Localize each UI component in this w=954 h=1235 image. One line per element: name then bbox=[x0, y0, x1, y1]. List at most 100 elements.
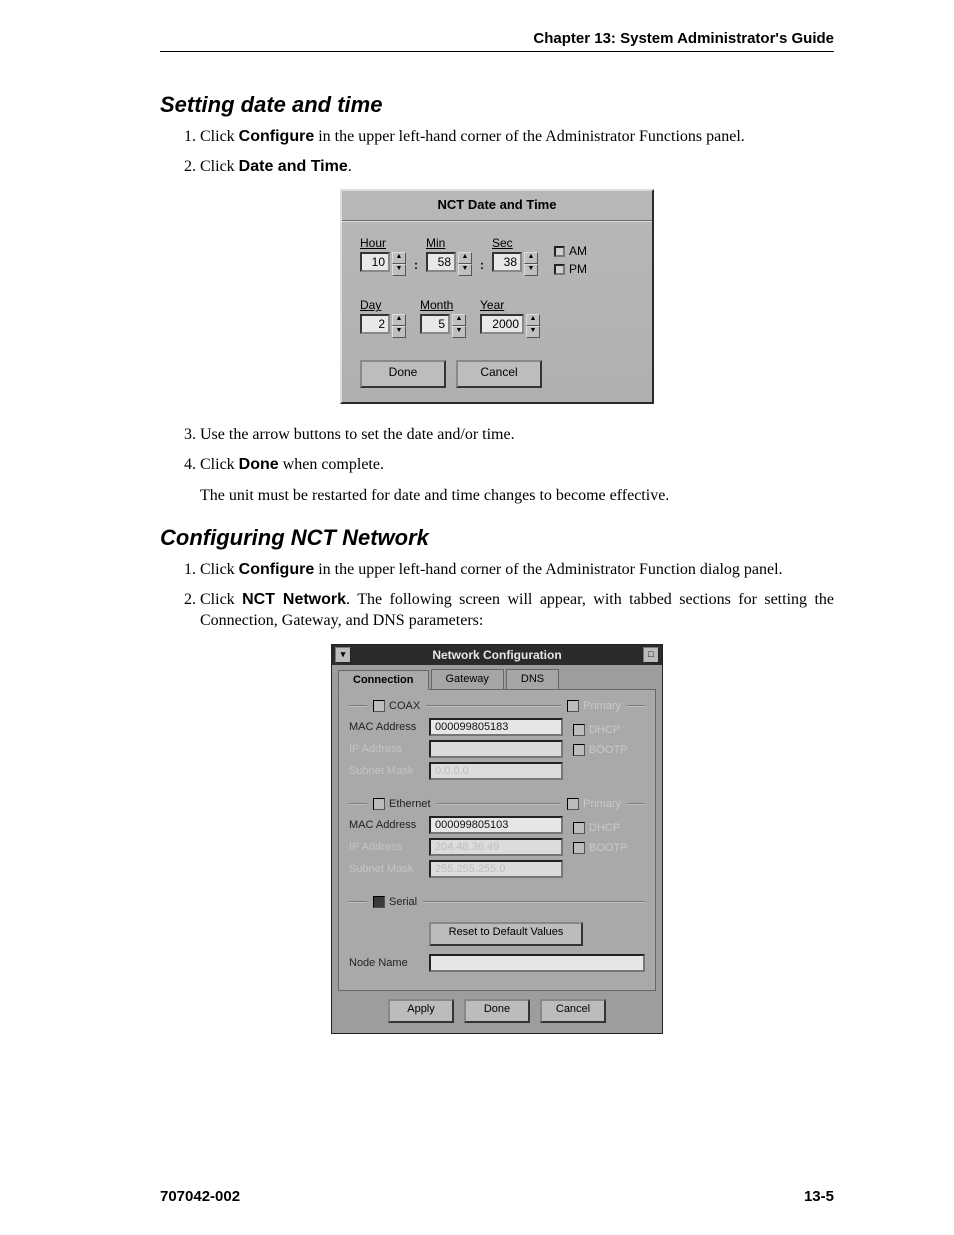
text: Click bbox=[200, 128, 239, 145]
divider bbox=[342, 220, 652, 222]
spin-up-icon[interactable]: ▲ bbox=[392, 314, 406, 326]
done-button[interactable]: Done bbox=[360, 360, 446, 388]
min-spinner[interactable]: 58 ▲ ▼ bbox=[426, 252, 472, 276]
min-input[interactable]: 58 bbox=[426, 252, 456, 272]
day-spinner[interactable]: 2 ▲ ▼ bbox=[360, 314, 406, 338]
spin-down-icon[interactable]: ▼ bbox=[392, 264, 406, 276]
page: Chapter 13: System Administrator's Guide… bbox=[0, 0, 954, 1235]
page-header: Chapter 13: System Administrator's Guide bbox=[160, 30, 834, 52]
page-number: 13-5 bbox=[804, 1188, 834, 1205]
month-spinner[interactable]: 5 ▲ ▼ bbox=[420, 314, 466, 338]
dialog-button-row: Done Cancel bbox=[342, 360, 652, 402]
tab-connection[interactable]: Connection bbox=[338, 670, 429, 690]
spin-down-icon[interactable]: ▼ bbox=[526, 326, 540, 338]
serial-checkbox[interactable] bbox=[373, 896, 385, 908]
coax-subnet-label: Subnet Mask bbox=[349, 765, 423, 777]
spin-up-icon[interactable]: ▲ bbox=[524, 252, 538, 264]
spin-down-icon[interactable]: ▼ bbox=[452, 326, 466, 338]
ampm-group: AM PM bbox=[554, 244, 587, 276]
coax-dhcp-option[interactable]: DHCP bbox=[573, 724, 645, 736]
tab-strip: Connection Gateway DNS bbox=[332, 665, 662, 689]
coax-checkbox[interactable] bbox=[373, 700, 385, 712]
list-item: Click Configure in the upper left-hand c… bbox=[200, 559, 834, 581]
ethernet-primary-checkbox[interactable] bbox=[567, 798, 579, 810]
year-spinner[interactable]: 2000 ▲ ▼ bbox=[480, 314, 540, 338]
min-field: Min 58 ▲ ▼ bbox=[426, 236, 472, 276]
coax-mac-input[interactable]: 000099805183 bbox=[429, 718, 563, 736]
close-icon[interactable]: □ bbox=[643, 647, 659, 663]
eth-mac-input[interactable]: 000099805103 bbox=[429, 816, 563, 834]
network-steps: Click Configure in the upper left-hand c… bbox=[200, 559, 834, 632]
done-button[interactable]: Done bbox=[464, 999, 530, 1023]
note-text: The unit must be restarted for date and … bbox=[200, 485, 834, 507]
apply-button[interactable]: Apply bbox=[388, 999, 454, 1023]
dialog-button-row: Apply Done Cancel bbox=[332, 999, 662, 1033]
ethernet-group: Ethernet Primary MAC Address 00009980510… bbox=[349, 798, 645, 882]
sec-spinner[interactable]: 38 ▲ ▼ bbox=[492, 252, 538, 276]
eth-subnet-input[interactable]: 255.255.255.0 bbox=[429, 860, 563, 878]
node-name-label: Node Name bbox=[349, 957, 423, 969]
spin-down-icon[interactable]: ▼ bbox=[458, 264, 472, 276]
list-item: Click Configure in the upper left-hand c… bbox=[200, 126, 834, 148]
eth-subnet-label: Subnet Mask bbox=[349, 863, 423, 875]
checkbox-icon[interactable] bbox=[573, 822, 585, 834]
tab-panel-connection: COAX Primary MAC Address 000099805183 bbox=[338, 689, 656, 991]
coax-primary-checkbox[interactable] bbox=[567, 700, 579, 712]
coax-ip-label: IP Address bbox=[349, 743, 423, 755]
coax-subnet-input[interactable]: 0.0.0.0 bbox=[429, 762, 563, 780]
spin-up-icon[interactable]: ▲ bbox=[392, 252, 406, 264]
ethernet-checkbox[interactable] bbox=[373, 798, 385, 810]
am-label: AM bbox=[569, 244, 587, 258]
spin-up-icon[interactable]: ▲ bbox=[458, 252, 472, 264]
tab-gateway[interactable]: Gateway bbox=[431, 669, 504, 689]
text: Click bbox=[200, 158, 239, 175]
section-heading-datetime: Setting date and time bbox=[160, 92, 834, 118]
year-input[interactable]: 2000 bbox=[480, 314, 524, 334]
spin-down-icon[interactable]: ▼ bbox=[524, 264, 538, 276]
colon: : bbox=[478, 258, 486, 274]
checkbox-icon[interactable] bbox=[573, 744, 585, 756]
bold-text: Configure bbox=[239, 561, 315, 578]
eth-ip-input[interactable]: 204.48.36.49 bbox=[429, 838, 563, 856]
month-input[interactable]: 5 bbox=[420, 314, 450, 334]
bold-text: NCT Network bbox=[242, 591, 346, 608]
pm-option[interactable]: PM bbox=[554, 262, 587, 276]
time-row: Hour 10 ▲ ▼ : Min 58 ▲ ▼ bbox=[342, 236, 652, 276]
day-input[interactable]: 2 bbox=[360, 314, 390, 334]
node-name-input[interactable] bbox=[429, 954, 645, 972]
coax-label: COAX bbox=[389, 700, 420, 712]
eth-mac-label: MAC Address bbox=[349, 819, 423, 831]
serial-label: Serial bbox=[389, 896, 417, 908]
cancel-button[interactable]: Cancel bbox=[540, 999, 606, 1023]
cancel-button[interactable]: Cancel bbox=[456, 360, 542, 388]
spin-up-icon[interactable]: ▲ bbox=[526, 314, 540, 326]
eth-dhcp-option[interactable]: DHCP bbox=[573, 822, 645, 834]
checkbox-icon[interactable] bbox=[573, 842, 585, 854]
coax-ip-input[interactable] bbox=[429, 740, 563, 758]
coax-bootp-option[interactable]: BOOTP bbox=[573, 744, 645, 756]
eth-bootp-option[interactable]: BOOTP bbox=[573, 842, 645, 854]
hour-input[interactable]: 10 bbox=[360, 252, 390, 272]
sec-input[interactable]: 38 bbox=[492, 252, 522, 272]
year-label: Year bbox=[480, 298, 504, 312]
network-config-dialog: ▾ Network Configuration □ Connection Gat… bbox=[331, 644, 663, 1034]
datetime-dialog: NCT Date and Time Hour 10 ▲ ▼ : Min 58 bbox=[340, 189, 654, 404]
ethernet-label: Ethernet bbox=[389, 798, 431, 810]
checkbox-icon[interactable] bbox=[554, 264, 565, 275]
text: Click bbox=[200, 456, 239, 473]
dhcp-label: DHCP bbox=[589, 724, 620, 736]
eth-ip-label: IP Address bbox=[349, 841, 423, 853]
reset-defaults-button[interactable]: Reset to Default Values bbox=[429, 922, 583, 946]
text: Click bbox=[200, 591, 242, 608]
colon: : bbox=[412, 258, 420, 274]
list-item: Click Done when complete. bbox=[200, 454, 834, 476]
hour-spinner[interactable]: 10 ▲ ▼ bbox=[360, 252, 406, 276]
bold-text: Done bbox=[239, 456, 279, 473]
spin-down-icon[interactable]: ▼ bbox=[392, 326, 406, 338]
checkbox-icon[interactable] bbox=[554, 246, 565, 257]
window-menu-icon[interactable]: ▾ bbox=[335, 647, 351, 663]
tab-dns[interactable]: DNS bbox=[506, 669, 559, 689]
checkbox-icon[interactable] bbox=[573, 724, 585, 736]
am-option[interactable]: AM bbox=[554, 244, 587, 258]
spin-up-icon[interactable]: ▲ bbox=[452, 314, 466, 326]
